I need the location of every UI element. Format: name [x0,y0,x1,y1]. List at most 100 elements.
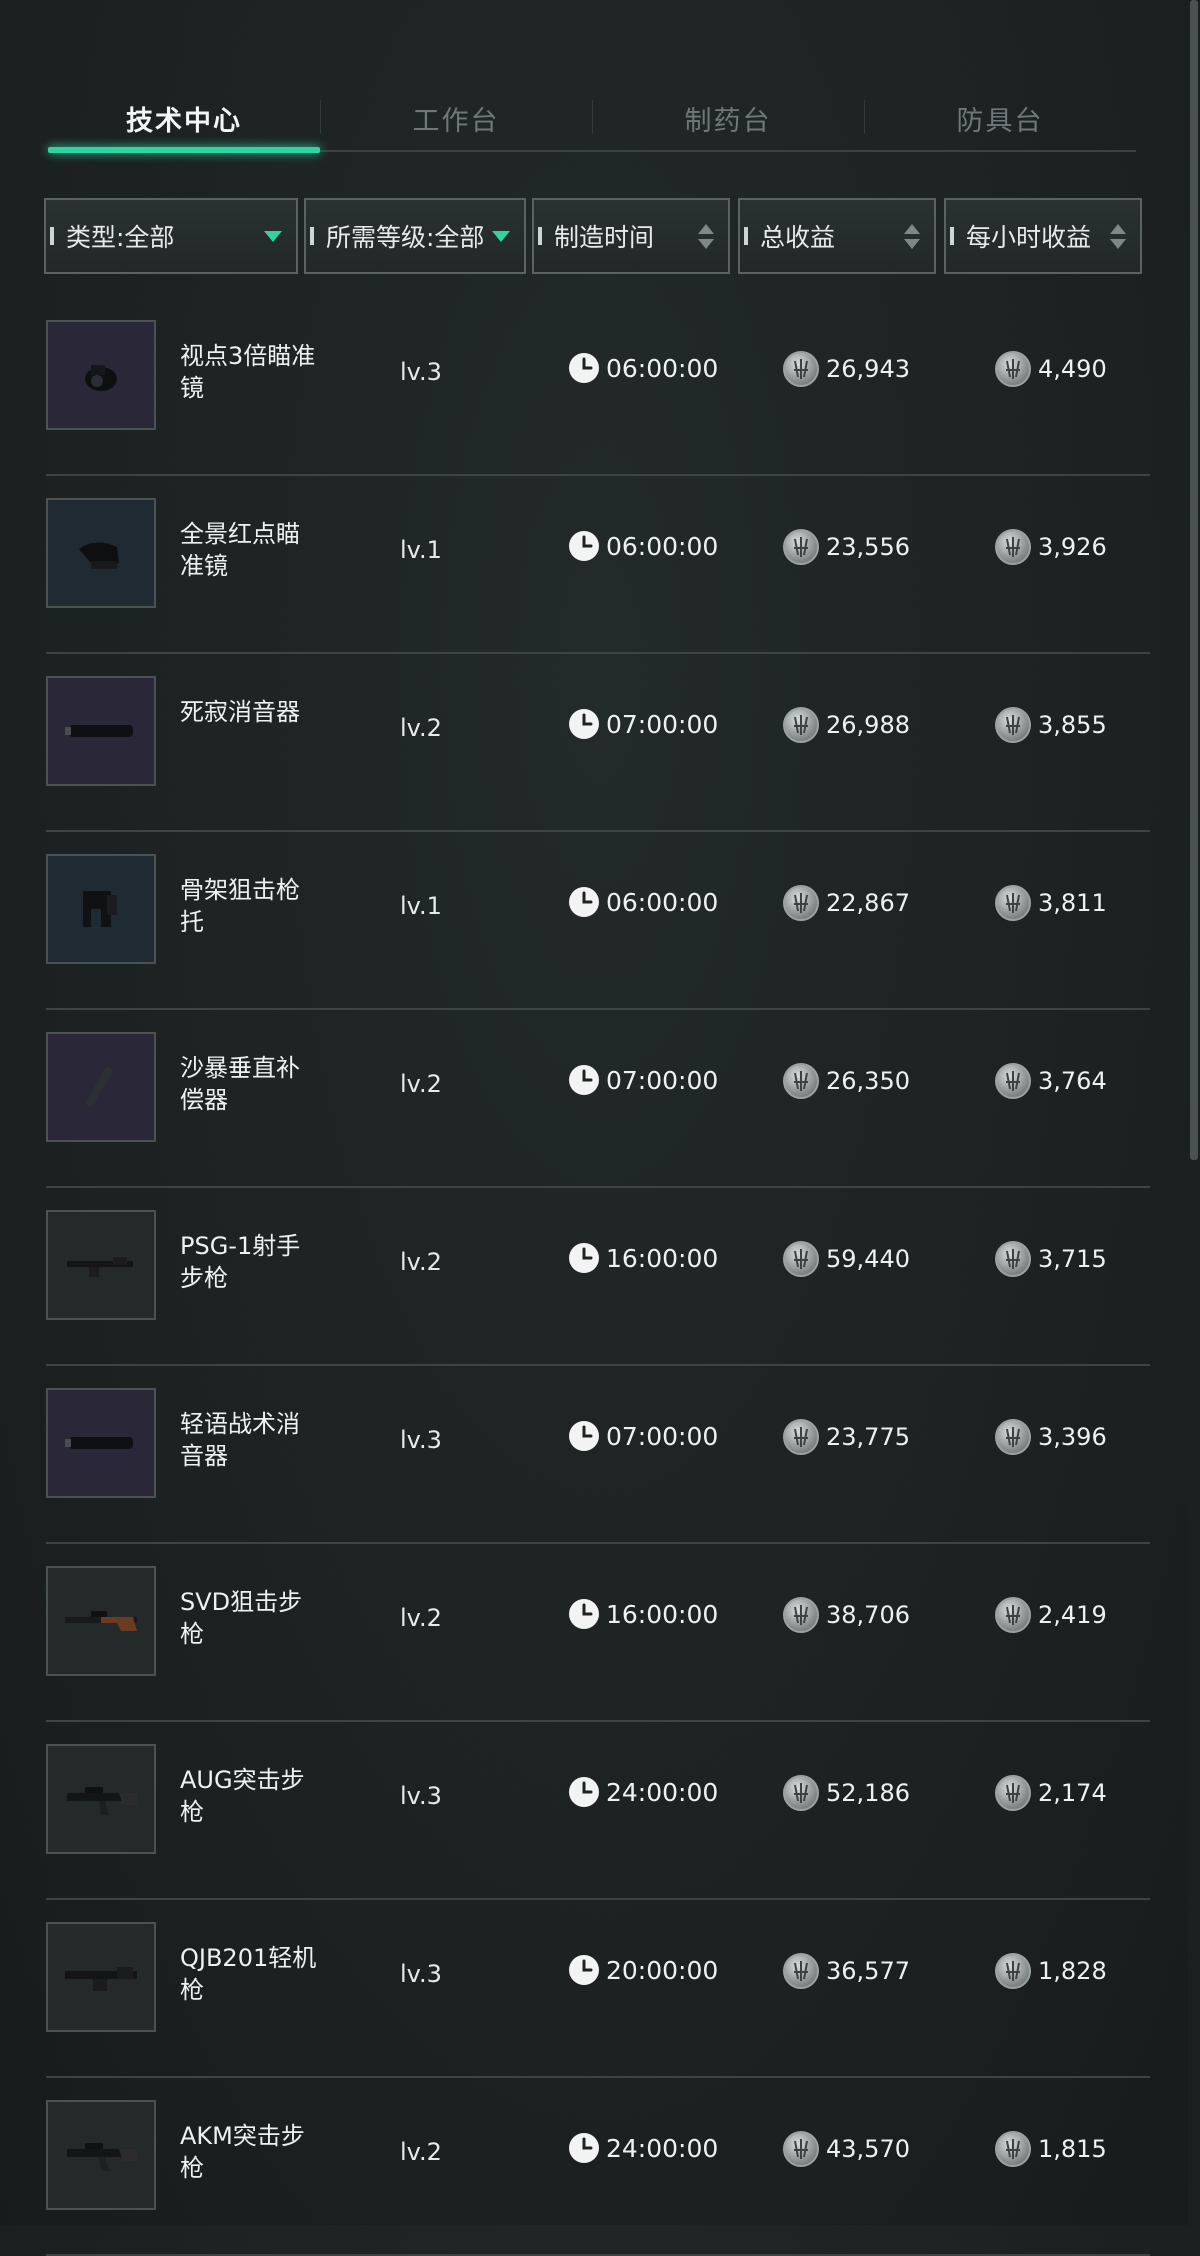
clock-icon [569,1243,599,1273]
required-level: lv.2 [400,1070,442,1098]
craft-time-value: 20:00:00 [606,1955,719,1985]
total-profit: 23,556 [782,528,910,566]
coin-icon [995,707,1031,743]
sort-by-hourly-profit-button[interactable]: 每小时收益 [944,198,1142,274]
craft-time-value: 06:00:00 [606,353,719,383]
item-name: 轻语战术消音器 [180,1410,300,1470]
coin-icon [783,1775,819,1811]
tab-bar: 技术中心 工作台 制药台 防具台 [48,86,1136,153]
craft-time: 24:00:00 [568,2132,718,2164]
item-row[interactable]: QJB201轻机枪 lv.3 20:00:00 36,577 1,828 [46,1900,1150,2078]
clock-icon [569,353,599,383]
sort-by-total-profit-button[interactable]: 总收益 [738,198,936,274]
item-row[interactable]: SVD狙击步枪 lv.2 16:00:00 38,706 2,419 [46,1544,1150,1722]
craft-time-value: 07:00:00 [606,709,719,739]
total-profit-value: 26,350 [826,1067,910,1095]
clock-icon [569,1421,599,1451]
required-level: lv.3 [400,1426,442,1454]
hourly-profit: 3,715 [994,1240,1107,1278]
tab-label: 防具台 [956,105,1044,137]
item-thumbnail [46,1388,156,1498]
total-profit-value: 23,556 [826,533,910,561]
tab-pharmacy[interactable]: 制药台 [592,86,864,150]
total-profit: 26,943 [782,350,910,388]
assault-rifle-icon [67,1787,137,1815]
required-level: lv.2 [400,714,442,742]
item-thumbnail [46,854,156,964]
item-thumbnail [46,2100,156,2210]
hourly-profit: 3,764 [994,1062,1107,1100]
total-profit: 26,350 [782,1062,910,1100]
tab-workbench[interactable]: 工作台 [320,86,592,150]
total-profit: 22,867 [782,884,910,922]
tab-armor-bench[interactable]: 防具台 [864,86,1136,150]
craft-time-value: 16:00:00 [606,1599,719,1629]
filter-marker [744,227,748,245]
total-profit-value: 36,577 [826,1957,910,1985]
craft-time: 16:00:00 [568,1242,718,1274]
tab-tech-center[interactable]: 技术中心 [48,86,320,153]
total-profit-value: 52,186 [826,1779,910,1807]
required-level: lv.2 [400,1248,442,1276]
craft-time: 07:00:00 [568,708,718,740]
coin-icon [995,1419,1031,1455]
item-name: 骨架狙击枪托 [180,876,300,936]
item-row[interactable]: AUG突击步枪 lv.3 24:00:00 52,186 2,174 [46,1722,1150,1900]
hourly-profit: 3,926 [994,528,1107,566]
item-row[interactable]: 轻语战术消音器 lv.3 07:00:00 23,775 3,396 [46,1366,1150,1544]
coin-icon [995,529,1031,565]
item-row[interactable]: 视点3倍瞄准镜 lv.3 06:00:00 26,943 4,490 [46,298,1150,476]
item-row[interactable]: 死寂消音器 lv.2 07:00:00 26,988 3,855 [46,654,1150,832]
item-row[interactable]: 全景红点瞄准镜 lv.1 06:00:00 23,556 3,926 [46,476,1150,654]
hourly-profit-value: 3,811 [1038,889,1107,917]
item-row[interactable]: 沙暴垂直补偿器 lv.2 07:00:00 26,350 3,764 [46,1010,1150,1188]
sort-by-time-button[interactable]: 制造时间 [532,198,730,274]
clock-icon [569,2133,599,2163]
item-row[interactable]: 骨架狙击枪托 lv.1 06:00:00 22,867 3,811 [46,832,1150,1010]
machine-gun-icon [65,1967,137,1991]
clock-icon [569,1777,599,1807]
coin-icon [995,1241,1031,1277]
coin-icon [995,885,1031,921]
hourly-profit: 4,490 [994,350,1107,388]
level-filter-dropdown[interactable]: 所需等级:全部 [304,198,526,274]
hourly-profit: 3,811 [994,884,1107,922]
item-thumbnail [46,676,156,786]
craft-time-value: 07:00:00 [606,1421,719,1451]
coin-icon [783,1953,819,1989]
item-name: QJB201轻机枪 [180,1944,317,2004]
hourly-profit-value: 4,490 [1038,355,1107,383]
item-row[interactable]: AKM突击步枪 lv.2 24:00:00 43,570 1,815 [46,2078,1150,2256]
hourly-profit: 2,174 [994,1774,1107,1812]
total-profit-value: 43,570 [826,2135,910,2163]
craft-time: 07:00:00 [568,1420,718,1452]
item-thumbnail [46,498,156,608]
active-tab-indicator [48,147,320,153]
sort-icon [904,223,920,249]
clock-icon [569,531,599,561]
type-filter-label: 类型:全部 [66,223,175,252]
type-filter-dropdown[interactable]: 类型:全部 [44,198,298,274]
filter-marker [310,227,314,245]
scrollbar-thumb[interactable] [1190,0,1198,1160]
item-thumbnail [46,1566,156,1676]
hourly-profit: 1,815 [994,2130,1107,2168]
total-profit-value: 22,867 [826,889,910,917]
coin-icon [995,1953,1031,1989]
scrollbar[interactable] [1188,0,1200,2225]
clock-icon [569,887,599,917]
item-thumbnail [46,1744,156,1854]
hourly-profit-value: 3,764 [1038,1067,1107,1095]
item-row[interactable]: PSG-1射手步枪 lv.2 16:00:00 59,440 3,715 [46,1188,1150,1366]
clock-icon [569,1955,599,1985]
required-level: lv.3 [400,358,442,386]
filter-bar: 类型:全部 所需等级:全部 制造时间 总收益 每小时收益 [44,198,1144,278]
hourly-profit-value: 3,926 [1038,533,1107,561]
hourly-profit-value: 1,815 [1038,2135,1107,2163]
coin-icon [995,351,1031,387]
craft-time: 06:00:00 [568,886,718,918]
total-profit: 43,570 [782,2130,910,2168]
item-thumbnail [46,320,156,430]
required-level: lv.2 [400,2138,442,2166]
coin-icon [995,1063,1031,1099]
